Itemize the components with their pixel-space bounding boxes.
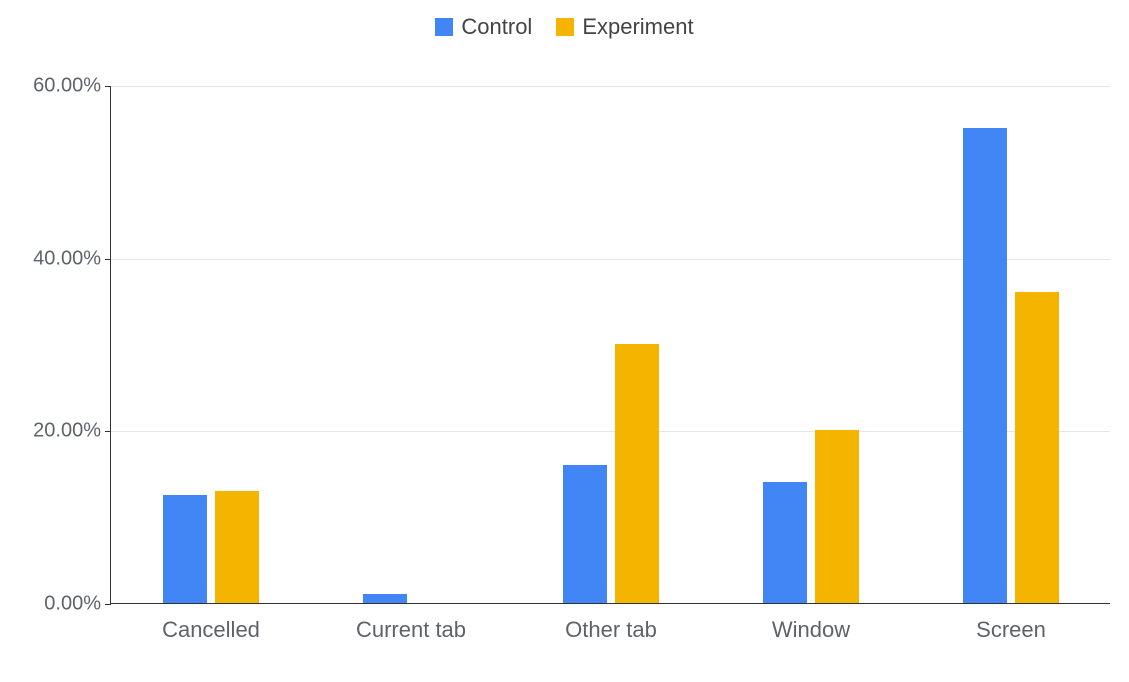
plot-area: Cancelled Current tab Other tab Window [110,86,1110,604]
legend: Control Experiment [0,14,1129,40]
bar-window-control [763,482,807,603]
cat-cancelled: Cancelled [111,86,311,603]
legend-item-experiment: Experiment [556,14,693,40]
bar-cancelled-control [163,495,207,603]
x-label-screen: Screen [911,617,1111,643]
legend-swatch-control [435,18,453,36]
cat-screen: Screen [911,86,1111,603]
bar-othertab-control [563,465,607,603]
y-tick-40: 40.00% [11,247,101,270]
bar-window-experiment [815,430,859,603]
y-tickmark-0 [105,604,111,605]
legend-item-control: Control [435,14,532,40]
cat-window: Window [711,86,911,603]
bar-othertab-experiment [615,344,659,603]
x-label-window: Window [711,617,911,643]
legend-label-experiment: Experiment [582,14,693,40]
bar-cancelled-experiment [215,491,259,603]
legend-swatch-experiment [556,18,574,36]
x-label-current-tab: Current tab [311,617,511,643]
x-label-other-tab: Other tab [511,617,711,643]
bar-screen-control [963,128,1007,603]
cat-other-tab: Other tab [511,86,711,603]
y-tick-20: 20.00% [11,420,101,443]
legend-label-control: Control [461,14,532,40]
y-tick-60: 60.00% [11,75,101,98]
chart-container: Control Experiment 0.00% 20.00% 40.00% 6… [0,0,1129,682]
cat-current-tab: Current tab [311,86,511,603]
bar-currenttab-control [363,594,407,603]
x-label-cancelled: Cancelled [111,617,311,643]
bars-layer: Cancelled Current tab Other tab Window [111,86,1110,603]
y-tick-0: 0.00% [11,593,101,616]
bar-screen-experiment [1015,292,1059,603]
